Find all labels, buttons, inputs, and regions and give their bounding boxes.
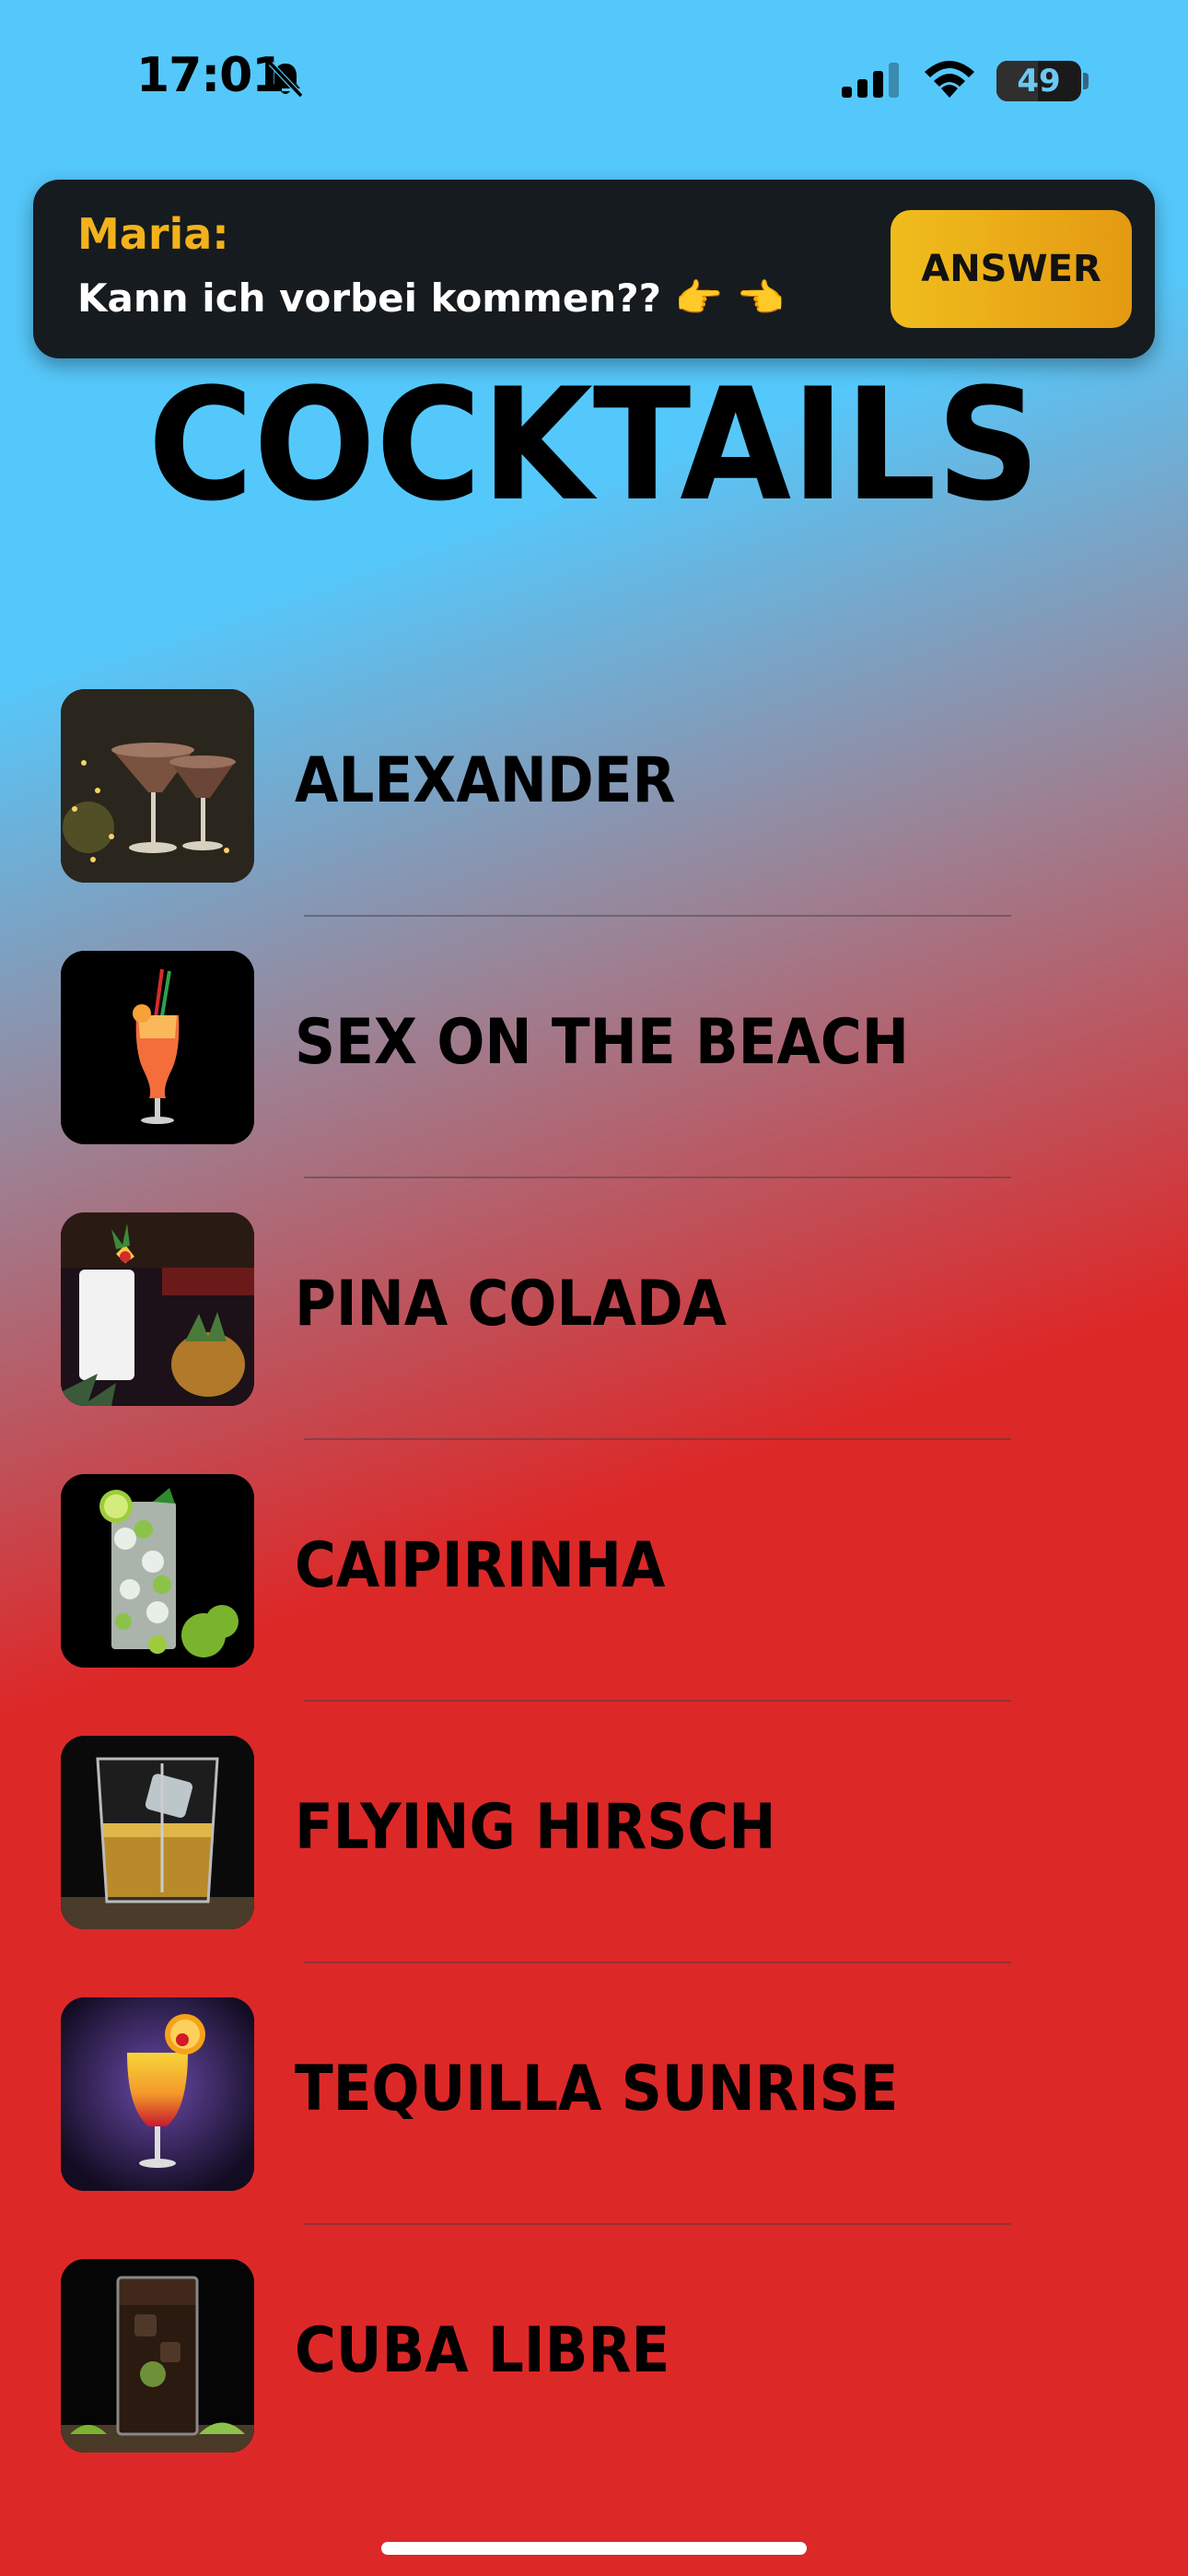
cocktail-thumbnail	[61, 1212, 254, 1406]
status-bar: 17:01 49	[0, 0, 1188, 157]
row-divider	[304, 1177, 1011, 1178]
cocktail-row-cuba-libre[interactable]: CUBA LIBRE	[0, 2242, 1188, 2504]
cocktail-name: PINA COLADA	[295, 1268, 727, 1341]
creamy-martini-glasses-image	[61, 689, 254, 883]
row-divider	[304, 915, 1011, 917]
layered-orange-red-cocktail-image	[61, 1997, 254, 2191]
notification-message: Kann ich vorbei kommen?? 👉 👈	[77, 275, 785, 321]
cocktail-name: CUBA LIBRE	[295, 2314, 670, 2387]
white-drink-with-pineapple-image	[61, 1212, 254, 1406]
row-divider	[304, 2223, 1011, 2225]
cocktail-row-alexander[interactable]: ALEXANDER	[0, 673, 1188, 934]
wifi-icon	[925, 61, 974, 98]
row-divider	[304, 1961, 1011, 1963]
status-time: 17:01	[136, 48, 285, 103]
whiskey-tumbler-image	[61, 1736, 254, 1929]
cocktail-name: ALEXANDER	[295, 744, 676, 817]
notification-sender: Maria:	[77, 209, 229, 259]
cellular-signal-icon	[842, 63, 899, 98]
cocktail-thumbnail	[61, 1997, 254, 2191]
cocktail-thumbnail	[61, 689, 254, 883]
row-divider	[304, 1438, 1011, 1440]
cocktail-thumbnail	[61, 2259, 254, 2453]
battery-cap	[1083, 73, 1089, 89]
message-notification-banner[interactable]: Maria: Kann ich vorbei kommen?? 👉 👈 ANSW…	[33, 180, 1155, 358]
cocktail-name: CAIPIRINHA	[295, 1529, 666, 1602]
cocktail-row-flying-hirsch[interactable]: FLYING HIRSCH	[0, 1719, 1188, 1981]
cocktail-thumbnail	[61, 1736, 254, 1929]
app-screen: 17:01 49 Maria: Kann ich vorbei kommen??…	[0, 0, 1188, 2576]
row-divider	[304, 1700, 1011, 1702]
battery-indicator: 49	[996, 61, 1081, 101]
cocktail-name: TEQUILLA SUNRISE	[295, 2053, 899, 2125]
cocktail-row-pina-colada[interactable]: PINA COLADA	[0, 1196, 1188, 1458]
cocktail-row-caipirinha[interactable]: CAIPIRINHA	[0, 1458, 1188, 1719]
cocktail-row-sex-on-the-beach[interactable]: SEX ON THE BEACH	[0, 934, 1188, 1196]
cocktail-name: SEX ON THE BEACH	[295, 1006, 909, 1079]
cocktail-name: FLYING HIRSCH	[295, 1791, 776, 1864]
page-title: COCKTAILS	[147, 355, 1041, 535]
orange-hurricane-glass-image	[61, 951, 254, 1144]
home-indicator[interactable]	[381, 2542, 807, 2555]
battery-percentage: 49	[1017, 63, 1061, 100]
cola-highball-with-lime-image	[61, 2259, 254, 2453]
answer-button[interactable]: ANSWER	[891, 210, 1132, 328]
cocktail-thumbnail	[61, 1474, 254, 1668]
highball-with-limes-image	[61, 1474, 254, 1668]
cocktail-row-tequilla-sunrise[interactable]: TEQUILLA SUNRISE	[0, 1981, 1188, 2242]
cocktail-thumbnail	[61, 951, 254, 1144]
bell-slash-icon	[268, 61, 304, 99]
